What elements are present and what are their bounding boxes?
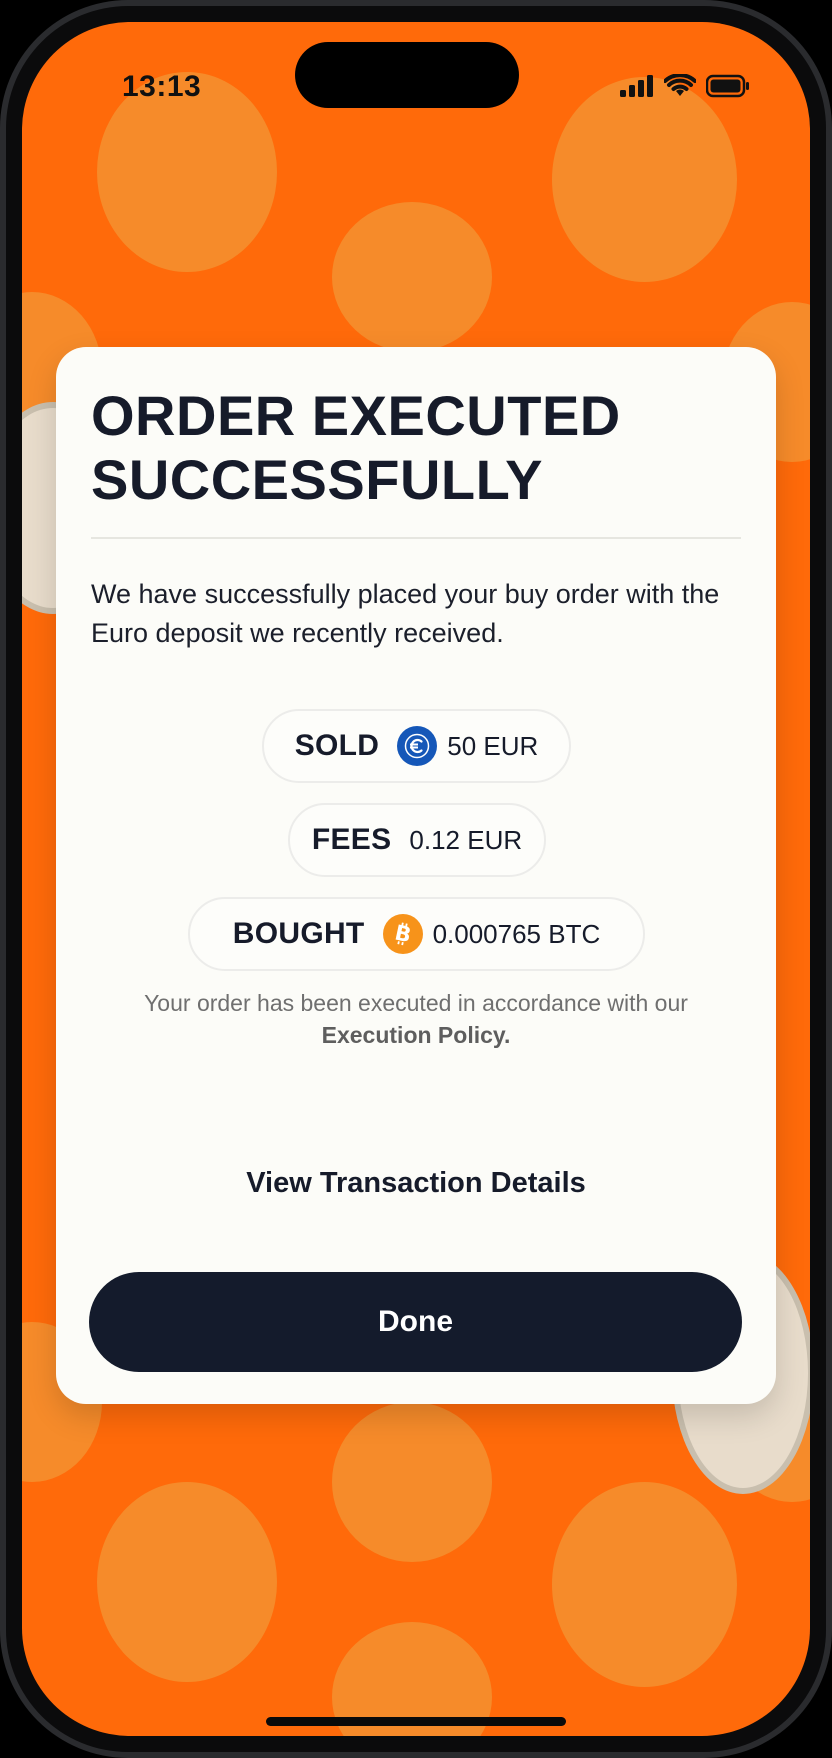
policy-text: Your order has been executed in accordan… (144, 990, 688, 1016)
euro-icon (397, 726, 438, 766)
sold-value: 50 EUR (447, 730, 539, 761)
fees-value: 0.12 EUR (409, 824, 523, 855)
sold-pill: SOLD 50 EUR (262, 709, 571, 783)
fees-label: FEES (311, 823, 392, 856)
fees-pill: FEES 0.12 EUR (288, 803, 546, 877)
wifi-icon (663, 73, 697, 103)
battery-icon (705, 74, 750, 103)
home-indicator[interactable] (266, 1717, 566, 1726)
app-screen: 13:13 ORDER EXECUTED SUCCESSFULLY We hav… (22, 22, 810, 1736)
bitcoin-icon: B (382, 914, 423, 954)
bought-value: 0.000765 BTC (432, 918, 601, 949)
order-confirmation-card: ORDER EXECUTED SUCCESSFULLY We have succ… (56, 347, 776, 1404)
title-line: ORDER EXECUTED (91, 384, 621, 447)
background-blob (97, 1482, 277, 1682)
background-blob (552, 1482, 737, 1687)
status-time: 13:13 (122, 70, 202, 103)
view-transaction-details-link[interactable]: View Transaction Details (91, 1167, 741, 1200)
background-blob (332, 202, 492, 352)
dynamic-island (295, 42, 519, 108)
sold-label: SOLD (294, 729, 380, 762)
cellular-signal-icon (620, 75, 654, 102)
execution-policy-note: Your order has been executed in accordan… (91, 987, 741, 1051)
confirmation-message: We have successfully placed your buy ord… (91, 579, 720, 648)
bought-pill: BOUGHT B 0.000765 BTC (188, 897, 645, 971)
divider (91, 537, 741, 539)
background-blob (332, 1402, 492, 1562)
status-bar: 13:13 (22, 22, 810, 132)
page-title: ORDER EXECUTED SUCCESSFULLY (91, 384, 731, 512)
title-line: SUCCESSFULLY (91, 448, 544, 511)
bought-label: BOUGHT (232, 917, 365, 950)
execution-policy-link[interactable]: Execution Policy. (322, 1022, 511, 1048)
status-icons (620, 73, 750, 103)
done-button[interactable]: Done (89, 1272, 742, 1372)
